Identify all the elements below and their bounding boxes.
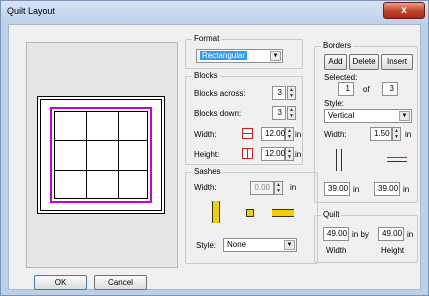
right-border-length-field: 39.00 bbox=[374, 182, 400, 196]
sash-block-icon bbox=[246, 209, 254, 217]
block-cell bbox=[54, 140, 87, 171]
window-title: Quilt Layout bbox=[7, 6, 56, 16]
block-cell bbox=[54, 170, 87, 199]
blocks-down-field[interactable]: 3 bbox=[272, 106, 286, 120]
block-width-unit: in bbox=[295, 130, 302, 139]
delete-border-button[interactable]: Delete bbox=[349, 54, 379, 70]
spin-down-icon[interactable]: ▼ bbox=[393, 134, 400, 140]
add-border-button[interactable]: Add bbox=[324, 54, 347, 70]
border-width-label: Width: bbox=[324, 130, 347, 139]
right-border-unit: in bbox=[403, 185, 410, 194]
quilt-height-caption: Height bbox=[381, 246, 405, 255]
chevron-down-icon[interactable]: ▼ bbox=[399, 111, 410, 121]
quilt-preview bbox=[37, 96, 165, 214]
borders-group: Borders Add Delete Insert Selected: 1 of… bbox=[314, 41, 418, 203]
sash-width-spinner[interactable]: ▲ ▼ bbox=[274, 181, 283, 195]
border-style-select[interactable]: Vertical ▼ bbox=[324, 109, 412, 123]
insert-border-button[interactable]: Insert bbox=[381, 54, 413, 70]
close-icon: x bbox=[401, 5, 407, 16]
block-height-spinner[interactable]: ▲ ▼ bbox=[285, 147, 294, 161]
sash-vertical-icon bbox=[212, 201, 220, 223]
sashes-legend: Sashes bbox=[192, 167, 223, 176]
quilt-group: Quilt 49.00 in by 49.00 in Width Height bbox=[314, 210, 418, 263]
block-width-label: Width: bbox=[194, 130, 217, 139]
close-button[interactable]: x bbox=[383, 2, 425, 19]
block-width-spinner[interactable]: ▲ ▼ bbox=[285, 127, 294, 141]
block-height-swatch-icon bbox=[242, 148, 253, 159]
quilt-height-unit: in bbox=[407, 230, 414, 239]
spin-down-icon[interactable]: ▼ bbox=[288, 93, 295, 99]
layout-preview-panel bbox=[26, 42, 178, 268]
border-style-label: Style: bbox=[324, 99, 345, 108]
sash-width-label: Width: bbox=[194, 183, 217, 192]
border-total-field: 3 bbox=[382, 82, 398, 96]
cancel-button[interactable]: Cancel bbox=[94, 275, 147, 290]
spin-down-icon[interactable]: ▼ bbox=[288, 113, 295, 119]
sash-style-value: None bbox=[227, 240, 247, 249]
block-height-field[interactable]: 12.00 bbox=[261, 147, 285, 161]
sash-style-select[interactable]: None ▼ bbox=[223, 238, 297, 252]
chevron-down-icon[interactable]: ▼ bbox=[270, 51, 281, 61]
spin-down-icon[interactable]: ▼ bbox=[275, 188, 282, 194]
format-legend: Format bbox=[192, 34, 222, 43]
selected-label: Selected: bbox=[324, 73, 358, 82]
block-cell bbox=[118, 140, 148, 171]
format-group: Format Rectangular ▼ bbox=[185, 34, 303, 69]
spin-down-icon[interactable]: ▼ bbox=[286, 134, 293, 140]
quilt-width-caption: Width bbox=[326, 246, 347, 255]
selected-border-field[interactable]: 1 bbox=[338, 82, 354, 96]
horizontal-border-icon bbox=[387, 157, 407, 162]
border-style-value: Vertical bbox=[328, 111, 355, 120]
sash-width-unit: in bbox=[290, 183, 297, 192]
block-cell bbox=[86, 111, 119, 141]
quilt-legend: Quilt bbox=[321, 210, 342, 219]
format-value: Rectangular bbox=[200, 51, 248, 60]
blocks-down-spinner[interactable]: ▲ ▼ bbox=[287, 106, 296, 120]
sash-style-label: Style: bbox=[196, 241, 217, 250]
sashes-group: Sashes Width: 0.00 ▲ ▼ in Style: None ▼ bbox=[185, 167, 318, 264]
border-width-field[interactable]: 1.50 bbox=[370, 127, 392, 141]
borders-legend: Borders bbox=[321, 41, 354, 50]
blocks-group: Blocks Blocks across: 3 ▲ ▼ Blocks down: … bbox=[185, 71, 303, 165]
quilt-height-field: 49.00 bbox=[378, 227, 404, 241]
block-width-swatch-icon bbox=[242, 128, 253, 139]
block-width-field[interactable]: 12.00 bbox=[261, 127, 285, 141]
block-cell bbox=[54, 111, 87, 141]
of-label: of bbox=[363, 85, 370, 94]
blocks-across-label: Blocks across: bbox=[194, 89, 246, 98]
block-cell bbox=[86, 170, 119, 199]
chevron-down-icon[interactable]: ▼ bbox=[284, 240, 295, 250]
left-border-unit: in bbox=[353, 185, 360, 194]
block-cell bbox=[86, 140, 119, 171]
sash-width-field[interactable]: 0.00 bbox=[250, 181, 274, 195]
spin-down-icon[interactable]: ▼ bbox=[286, 154, 293, 160]
dialog-client-area: Format Rectangular ▼ Blocks Blocks acros… bbox=[8, 24, 421, 290]
sash-horizontal-icon bbox=[272, 209, 294, 217]
blocks-across-field[interactable]: 3 bbox=[272, 86, 286, 100]
block-cell bbox=[118, 170, 148, 199]
block-height-unit: in bbox=[295, 150, 302, 159]
blocks-legend: Blocks bbox=[192, 71, 220, 80]
left-border-length-field: 39.00 bbox=[324, 182, 350, 196]
ok-button[interactable]: OK bbox=[34, 275, 87, 290]
format-select[interactable]: Rectangular ▼ bbox=[196, 49, 283, 63]
quilt-layout-window: Quilt Layout x Format Rectangular ▼ Bloc… bbox=[0, 0, 429, 296]
block-cell bbox=[118, 111, 148, 141]
title-bar: Quilt Layout x bbox=[1, 1, 428, 23]
block-height-label: Height: bbox=[194, 150, 220, 159]
border-width-unit: in bbox=[405, 130, 412, 139]
blocks-across-spinner[interactable]: ▲ ▼ bbox=[287, 86, 296, 100]
vertical-border-icon bbox=[336, 149, 342, 171]
border-width-spinner[interactable]: ▲ ▼ bbox=[392, 127, 401, 141]
quilt-width-field: 49.00 bbox=[323, 227, 349, 241]
blocks-down-label: Blocks down: bbox=[194, 109, 242, 118]
quilt-width-unit: in by bbox=[352, 230, 369, 239]
